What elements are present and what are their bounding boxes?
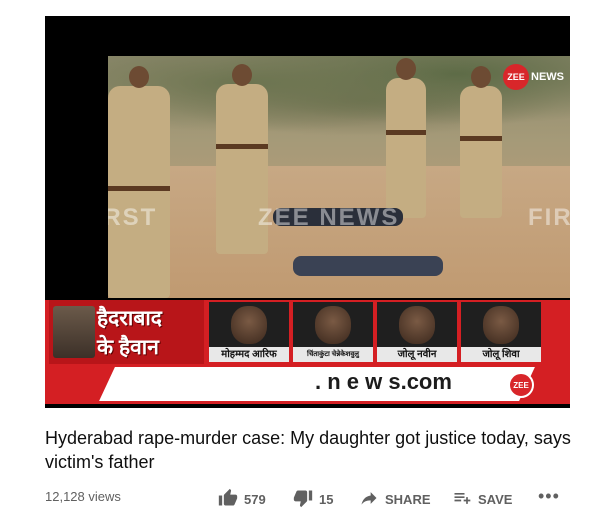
dislike-count: 15 (319, 492, 334, 507)
banner-thumbnail (53, 306, 95, 358)
suspect-card: जोलू नवीन (377, 302, 457, 362)
banner-title: हैदराबाद के हैवान (49, 300, 204, 364)
suspect-name: जोलू शिवा (461, 347, 541, 362)
banner-line-1: हैदराबाद (97, 307, 162, 330)
share-button[interactable]: SHARE (359, 488, 431, 511)
video-player[interactable]: FIRST ZEE NEWS FIRS ZEE NEWS हैदराबाद के… (45, 16, 570, 408)
police-officer (386, 58, 426, 218)
view-count: 12,128 views (45, 489, 121, 504)
more-actions-button[interactable]: ••• (538, 486, 560, 507)
dislike-button[interactable]: 15 (293, 488, 333, 511)
ticker-url: . n e w s.com (315, 369, 452, 394)
police-officer (460, 66, 502, 218)
watermark-left: FIRST (108, 204, 158, 231)
save-button[interactable]: SAVE (452, 488, 512, 511)
ticker-logo-icon: ZEE (508, 372, 534, 398)
save-label: SAVE (478, 492, 513, 507)
playlist-add-icon (452, 488, 472, 511)
video-meta-row: 12,128 views 579 15 SHARE SAVE ••• (45, 486, 575, 511)
share-arrow-icon (359, 488, 379, 511)
zee-logo-icon: ZEE (503, 64, 529, 90)
news-banner: हैदराबाद के हैवान मोहम्मद आरिफ चिंताकुंट… (45, 300, 570, 364)
scene-figure (293, 256, 443, 276)
channel-logo-text: NEWS (531, 71, 564, 83)
like-button[interactable]: 579 (218, 488, 266, 511)
thumbs-up-icon (218, 488, 238, 511)
channel-logo: ZEE NEWS (503, 64, 564, 90)
police-officer (108, 66, 170, 298)
thumbs-down-icon (293, 488, 313, 511)
more-horizontal-icon: ••• (538, 486, 560, 506)
suspect-card: मोहम्मद आरिफ (209, 302, 289, 362)
suspect-card: जोलू शिवा (461, 302, 541, 362)
video-title: Hyderabad rape-murder case: My daughter … (45, 428, 571, 472)
like-count: 579 (244, 492, 266, 507)
suspect-card: चिंताकुंटा चेन्नेकेशवुलु (293, 302, 373, 362)
video-frame: FIRST ZEE NEWS FIRS ZEE NEWS (108, 56, 570, 298)
suspect-name: मोहम्मद आरिफ (209, 347, 289, 362)
news-ticker: . n e w s.com ZEE (45, 364, 570, 404)
watermark-mid: ZEE NEWS (258, 204, 400, 231)
share-label: SHARE (385, 492, 431, 507)
suspect-name: जोलू नवीन (377, 347, 457, 362)
suspect-name: चिंताकुंटा चेन्नेकेशवुलु (293, 347, 373, 362)
banner-line-2: के हैवान (97, 336, 159, 359)
watermark-right: FIRS (528, 204, 570, 231)
